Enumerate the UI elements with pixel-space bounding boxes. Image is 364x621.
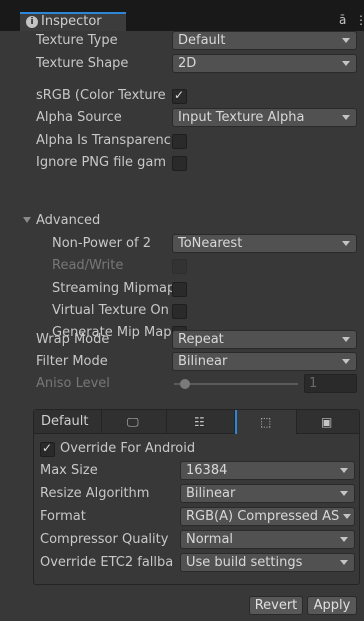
read-write-checkbox bbox=[172, 259, 187, 274]
non-power-of-2-dropdown[interactable]: ToNearest bbox=[172, 234, 357, 253]
wrap-mode-value: Repeat bbox=[178, 332, 224, 347]
chevron-down-icon bbox=[340, 537, 348, 542]
override-etc2-label: Override ETC2 fallba bbox=[40, 555, 174, 570]
format-dropdown[interactable]: RGB(A) Compressed AS bbox=[180, 507, 355, 526]
streaming-mipmaps-checkbox[interactable] bbox=[172, 282, 187, 297]
html5-icon: ▣ bbox=[321, 415, 333, 429]
platform-tabs: Default 🖵 ☷ ⬚ ▣ bbox=[34, 410, 359, 434]
ignore-png-gamma-checkbox[interactable] bbox=[172, 156, 187, 171]
server-icon: ☷ bbox=[194, 415, 205, 429]
wrap-mode-dropdown[interactable]: Repeat bbox=[172, 330, 357, 349]
foldout-arrow-icon[interactable] bbox=[23, 217, 31, 223]
revert-button-label: Revert bbox=[254, 598, 298, 613]
alpha-source-label: Alpha Source bbox=[36, 110, 122, 125]
tab-default-platform[interactable]: Default bbox=[34, 410, 102, 434]
resize-algorithm-label: Resize Algorithm bbox=[40, 486, 150, 501]
alpha-source-value: Input Texture Alpha bbox=[178, 110, 305, 125]
override-etc2-value: Use build settings bbox=[186, 555, 303, 570]
ignore-png-gamma-label: Ignore PNG file gam bbox=[36, 155, 167, 170]
chevron-down-icon bbox=[342, 61, 350, 66]
inspector-window: i Inspector ā ⋮ Texture Type Default Tex… bbox=[0, 0, 364, 621]
resize-algorithm-value: Bilinear bbox=[186, 486, 236, 501]
max-size-value: 16384 bbox=[186, 463, 228, 478]
chevron-down-icon bbox=[340, 560, 348, 565]
srgb-checkbox[interactable] bbox=[172, 88, 187, 104]
filter-mode-label: Filter Mode bbox=[36, 354, 108, 369]
tab-default-label: Default bbox=[41, 414, 89, 429]
chevron-down-icon bbox=[342, 241, 350, 246]
alpha-source-dropdown[interactable]: Input Texture Alpha bbox=[172, 108, 357, 127]
non-power-of-2-label: Non-Power of 2 bbox=[52, 236, 151, 251]
chevron-down-icon bbox=[340, 491, 348, 496]
lock-icon[interactable]: ā bbox=[339, 14, 349, 26]
alpha-transparency-checkbox[interactable] bbox=[172, 134, 187, 149]
tab-webgl-platform[interactable]: ▣ bbox=[297, 410, 359, 434]
max-size-dropdown[interactable]: 16384 bbox=[180, 461, 355, 480]
texture-shape-value: 2D bbox=[178, 56, 197, 71]
override-android-label: Override For Android bbox=[60, 441, 196, 456]
resize-algorithm-dropdown[interactable]: Bilinear bbox=[180, 484, 355, 503]
more-menu-icon[interactable]: ⋮ bbox=[355, 14, 364, 26]
virtual-texture-only-label: Virtual Texture On bbox=[52, 303, 169, 318]
chevron-down-icon bbox=[342, 38, 350, 43]
compressor-quality-dropdown[interactable]: Normal bbox=[180, 530, 355, 549]
aniso-slider-track bbox=[174, 383, 298, 385]
override-android-checkbox[interactable] bbox=[40, 441, 55, 457]
chevron-down-icon bbox=[340, 468, 348, 473]
aniso-level-value: 1 bbox=[309, 376, 318, 391]
chevron-down-icon bbox=[342, 359, 350, 364]
monitor-icon: 🖵 bbox=[127, 415, 139, 429]
non-power-of-2-value: ToNearest bbox=[178, 236, 243, 251]
tab-standalone-platform[interactable]: 🖵 bbox=[102, 410, 167, 434]
apply-button[interactable]: Apply bbox=[307, 596, 357, 615]
override-etc2-dropdown[interactable]: Use build settings bbox=[180, 553, 355, 572]
format-label: Format bbox=[40, 509, 86, 524]
texture-shape-label: Texture Shape bbox=[36, 56, 129, 71]
android-icon: ⬚ bbox=[260, 415, 272, 429]
tab-strip: i Inspector ā ⋮ bbox=[0, 0, 364, 31]
apply-button-label: Apply bbox=[313, 598, 351, 613]
tab-inspector[interactable]: i Inspector bbox=[20, 12, 126, 31]
format-value: RGB(A) Compressed AS bbox=[186, 509, 340, 524]
chevron-down-icon bbox=[342, 115, 350, 120]
active-tab-indicator bbox=[235, 410, 237, 434]
tab-android-platform[interactable]: ⬚ bbox=[235, 410, 297, 434]
platform-settings-box: Default 🖵 ☷ ⬚ ▣ Override For Android bbox=[33, 409, 360, 585]
compressor-quality-label: Compressor Quality bbox=[40, 532, 169, 547]
aniso-level-field: 1 bbox=[304, 374, 357, 393]
virtual-texture-only-checkbox[interactable] bbox=[172, 304, 187, 319]
read-write-label: Read/Write bbox=[52, 258, 124, 273]
aniso-level-label: Aniso Level bbox=[36, 376, 110, 391]
texture-type-label: Texture Type bbox=[36, 33, 118, 48]
texture-type-value: Default bbox=[178, 33, 226, 48]
texture-shape-dropdown[interactable]: 2D bbox=[172, 54, 357, 73]
chevron-down-icon bbox=[343, 514, 351, 519]
compressor-quality-value: Normal bbox=[186, 532, 234, 547]
srgb-label: sRGB (Color Texture bbox=[36, 88, 166, 103]
advanced-foldout-label[interactable]: Advanced bbox=[36, 211, 156, 231]
streaming-mipmaps-label: Streaming Mipmap bbox=[52, 281, 172, 296]
chevron-down-icon bbox=[342, 337, 350, 342]
inspector-content: Texture Type Default Texture Shape 2D sR… bbox=[20, 31, 364, 621]
aniso-slider-thumb bbox=[180, 379, 190, 389]
filter-mode-value: Bilinear bbox=[178, 354, 228, 369]
tab-inspector-label: Inspector bbox=[41, 14, 102, 29]
max-size-label: Max Size bbox=[40, 463, 98, 478]
texture-type-dropdown[interactable]: Default bbox=[172, 31, 357, 50]
filter-mode-dropdown[interactable]: Bilinear bbox=[172, 352, 357, 371]
wrap-mode-label: Wrap Mode bbox=[36, 332, 110, 347]
tab-server-platform[interactable]: ☷ bbox=[167, 410, 235, 434]
info-icon: i bbox=[26, 16, 38, 28]
alpha-transparency-label: Alpha Is Transparenc bbox=[36, 133, 171, 148]
revert-button[interactable]: Revert bbox=[249, 596, 303, 615]
